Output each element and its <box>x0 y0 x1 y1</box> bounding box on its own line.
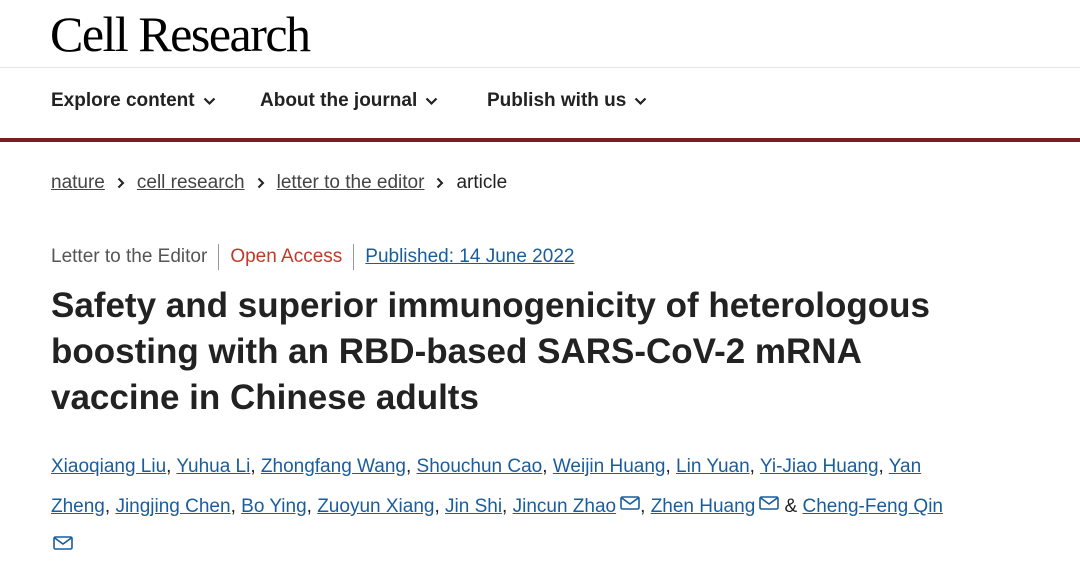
chevron-down-icon <box>425 97 438 105</box>
meta-divider <box>353 244 355 270</box>
author-link[interactable]: Jincun Zhao <box>513 496 617 517</box>
author-link[interactable]: Jin Shi <box>445 496 502 517</box>
author-link[interactable]: Yuhua Li <box>176 456 250 477</box>
breadcrumb-current: article <box>456 172 508 193</box>
open-access-badge: Open Access <box>230 246 343 267</box>
author-link[interactable]: Lin Yuan <box>676 456 750 477</box>
article-meta: Letter to the Editor Open Access Publish… <box>51 244 574 270</box>
author-list: Xiaoqiang Liu, Yuhua Li, Zhongfang Wang,… <box>51 447 1061 567</box>
author-link[interactable]: Jingjing Chen <box>115 496 230 517</box>
author-link[interactable]: Xiaoqiang Liu <box>51 456 166 477</box>
mail-icon[interactable] <box>759 496 780 510</box>
nav-label: About the journal <box>260 90 418 111</box>
breadcrumb-link-cell-research[interactable]: cell research <box>137 172 245 194</box>
mail-icon[interactable] <box>620 496 640 510</box>
site-header: Cell Research <box>0 0 1080 68</box>
author-link[interactable]: Shouchun Cao <box>417 456 543 477</box>
breadcrumb: nature cell research letter to the edito… <box>51 172 507 194</box>
chevron-right-icon <box>436 177 444 189</box>
chevron-right-icon <box>257 177 265 189</box>
chevron-down-icon <box>635 97 647 105</box>
breadcrumb-link-nature[interactable]: nature <box>51 172 105 194</box>
mail-icon[interactable] <box>53 536 73 550</box>
author-link[interactable]: Weijin Huang <box>553 456 666 477</box>
published-date-link[interactable]: Published: 14 June 2022 <box>365 246 574 268</box>
author-link[interactable]: Yi-Jiao Huang <box>760 456 879 477</box>
author-link[interactable]: Cheng-Feng Qin <box>803 496 943 517</box>
nav-about-journal[interactable]: About the journal <box>260 90 438 112</box>
breadcrumb-link-letter-to-the-editor[interactable]: letter to the editor <box>277 172 425 194</box>
title-line: vaccine in Chinese adults <box>51 378 479 417</box>
article-type: Letter to the Editor <box>51 246 208 267</box>
author-link[interactable]: Zuoyun Xiang <box>317 496 434 517</box>
nav-explore-content[interactable]: Explore content <box>51 90 216 112</box>
author-link[interactable]: Zhen Huang <box>651 496 756 517</box>
author-link[interactable]: Bo Ying <box>241 496 307 517</box>
nav-label: Explore content <box>51 90 195 111</box>
article-title: Safety and superior immunogenicity of he… <box>51 283 1051 421</box>
nav-label: Publish with us <box>487 90 627 111</box>
nav-publish-with-us[interactable]: Publish with us <box>487 90 647 112</box>
chevron-down-icon <box>203 97 215 105</box>
journal-logo[interactable]: Cell Research <box>50 6 311 62</box>
author-link-rest[interactable]: Zheng <box>51 496 105 517</box>
title-line: boosting with an RBD-based SARS-CoV-2 mR… <box>51 332 862 371</box>
author-link-first[interactable]: Yan <box>889 456 921 477</box>
meta-divider <box>218 244 220 270</box>
title-line: Safety and superior immunogenicity of he… <box>51 286 930 325</box>
author-link[interactable]: Zhongfang Wang <box>261 456 406 477</box>
main-nav: Explore content About the journal Publis… <box>0 68 1080 142</box>
author-ampersand: & <box>784 496 798 517</box>
chevron-right-icon <box>117 177 125 189</box>
